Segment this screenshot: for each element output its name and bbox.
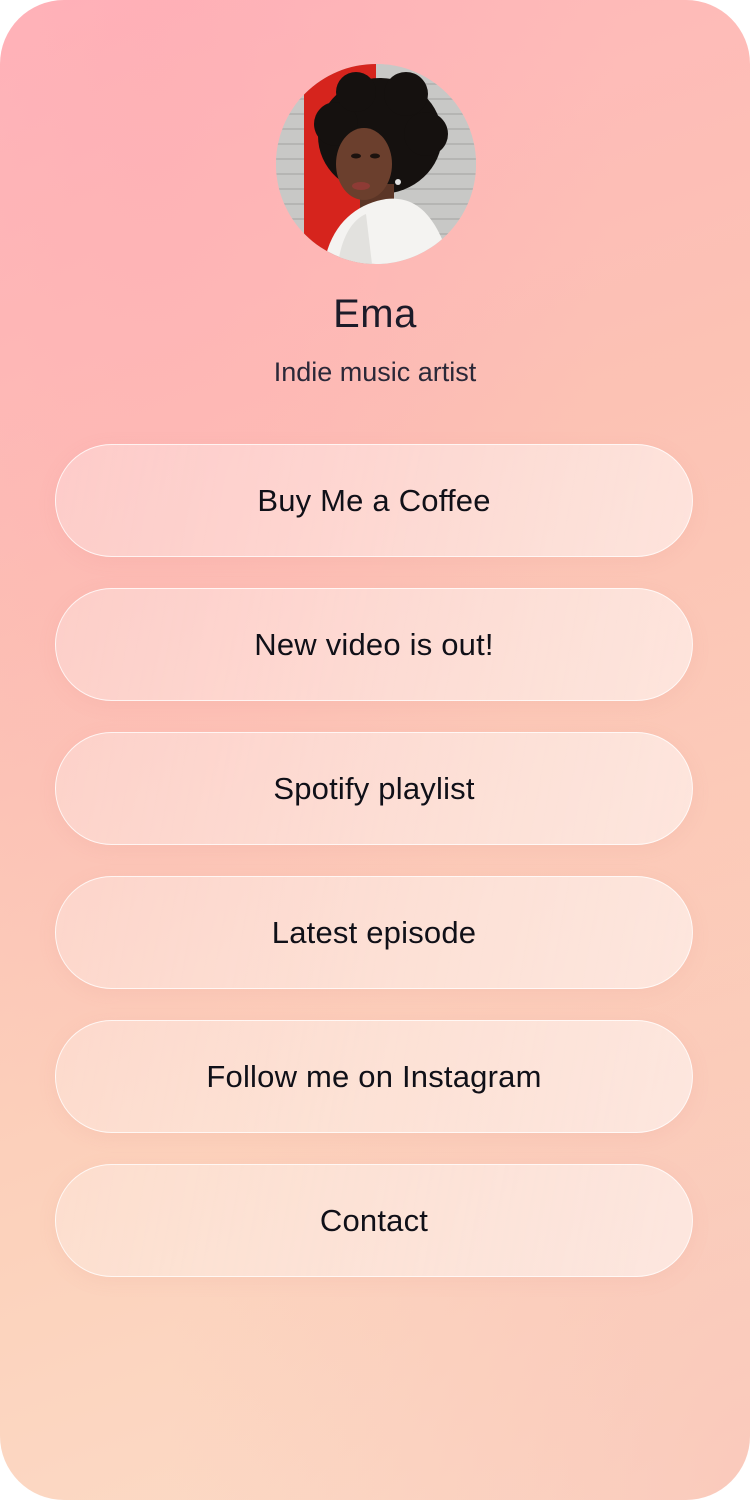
link-label: Latest episode bbox=[271, 914, 477, 950]
profile-name: Ema bbox=[333, 292, 417, 336]
profile-card: Ema Indie music artist Buy Me a Coffee N… bbox=[0, 0, 750, 1500]
link-button-buy-me-a-coffee[interactable]: Buy Me a Coffee bbox=[55, 444, 693, 557]
link-button-latest-episode[interactable]: Latest episode bbox=[55, 876, 693, 989]
link-list: Buy Me a Coffee New video is out! Spotif… bbox=[55, 444, 693, 1308]
link-button-spotify-playlist[interactable]: Spotify playlist bbox=[55, 732, 693, 845]
link-label: New video is out! bbox=[254, 626, 494, 662]
link-label: Contact bbox=[319, 1202, 429, 1238]
avatar bbox=[276, 64, 476, 264]
profile-tagline: Indie music artist bbox=[273, 357, 477, 387]
link-button-new-video[interactable]: New video is out! bbox=[55, 588, 693, 701]
link-label: Follow me on Instagram bbox=[206, 1058, 542, 1094]
link-label: Buy Me a Coffee bbox=[257, 482, 491, 518]
link-button-instagram[interactable]: Follow me on Instagram bbox=[55, 1020, 693, 1133]
avatar-photo bbox=[276, 64, 476, 264]
link-button-contact[interactable]: Contact bbox=[55, 1164, 693, 1277]
link-label: Spotify playlist bbox=[273, 770, 475, 806]
